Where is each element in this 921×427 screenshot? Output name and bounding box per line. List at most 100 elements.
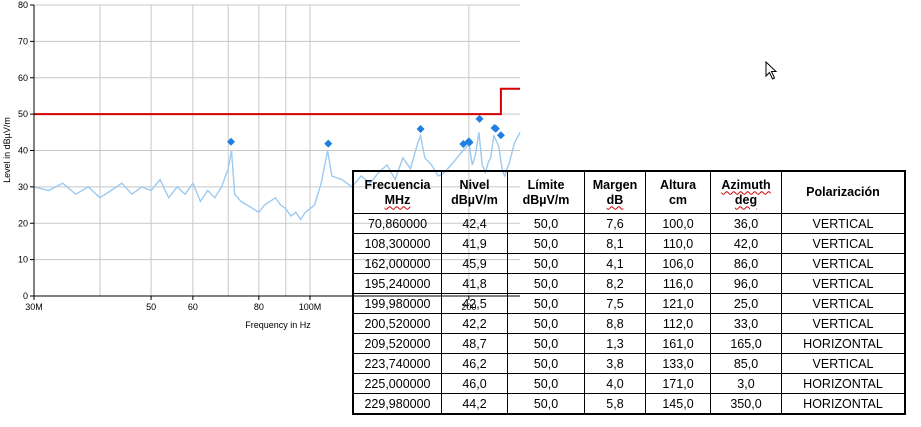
table-row: 199,980000 42,5 50,0 7,5 121,0 25,0 VERTICAL [352, 293, 906, 314]
table-row: 209,520000 48,7 50,0 1,3 161,0 165,0 HORIZONTA… [352, 333, 906, 354]
y-tick-label: 80 [18, 0, 28, 10]
x-tick-label: 30M [25, 302, 43, 312]
y-tick-label: 60 [18, 73, 28, 83]
table-row: 162,000000 45,9 50,0 4,1 106,0 86,0 VERTICAL [352, 253, 906, 274]
cell-frequency: 225,000000 [352, 373, 442, 394]
mouse-pointer-icon [765, 61, 778, 80]
x-tick-label: 100M [299, 302, 322, 312]
cell-level: 46,0 [441, 373, 508, 394]
cell-height: 161,0 [645, 333, 711, 354]
cell-polarization: HORIZONTAL [781, 373, 906, 394]
col-header-height: Altura cm [645, 170, 711, 214]
cell-limit: 50,0 [507, 273, 585, 294]
cell-limit: 50,0 [507, 393, 585, 415]
x-tick-label: 80 [254, 302, 264, 312]
y-tick-label: 40 [18, 146, 28, 156]
cell-azimuth: 86,0 [710, 253, 782, 274]
y-tick-label: 0 [23, 291, 28, 301]
cell-azimuth: 3,0 [710, 373, 782, 394]
cell-margin: 4,1 [584, 253, 646, 274]
cell-polarization: VERTICAL [781, 293, 906, 314]
col-header-level: Nivel dBµV/m [441, 170, 508, 214]
table-row: 229,980000 44,2 50,0 5,8 145,0 350,0 HORIZONTA… [352, 393, 906, 415]
cell-limit: 50,0 [507, 233, 585, 254]
cell-frequency: 229,980000 [352, 393, 442, 415]
y-tick-label: 70 [18, 36, 28, 46]
table-row: 225,000000 46,0 50,0 4,0 171,0 3,0 HORIZONTAL [352, 373, 906, 394]
table-row: 108,300000 41,9 50,0 8,1 110,0 42,0 VERTICAL [352, 233, 906, 254]
cell-limit: 50,0 [507, 373, 585, 394]
table-row: 223,740000 46,2 50,0 3,8 133,0 85,0 VERTICAL [352, 353, 906, 374]
cell-frequency: 108,300000 [352, 233, 442, 254]
y-axis-label: Level in dBµV/m [2, 117, 12, 183]
cell-limit: 50,0 [507, 213, 585, 234]
peak-marker [475, 114, 484, 123]
y-tick-label: 50 [18, 109, 28, 119]
cell-frequency: 162,000000 [352, 253, 442, 274]
limit-layer [34, 87, 520, 116]
table-row: 70,860000 42,4 50,0 7,6 100,0 36,0 VERTICAL [352, 213, 906, 234]
cell-level: 46,2 [441, 353, 508, 374]
peak-marker [496, 131, 505, 140]
cell-margin: 4,0 [584, 373, 646, 394]
y-tick-label: 10 [18, 255, 28, 265]
cell-height: 121,0 [645, 293, 711, 314]
limit-line [34, 87, 520, 116]
cell-polarization: VERTICAL [781, 273, 906, 294]
y-tick-label: 30 [18, 182, 28, 192]
cell-level: 42,2 [441, 313, 508, 334]
col-header-limit: Límite dBµV/m [507, 170, 585, 214]
cell-height: 112,0 [645, 313, 711, 334]
col-header-frequency: Frecuencia MHz [352, 170, 442, 214]
cell-azimuth: 96,0 [710, 273, 782, 294]
x-axis-label: Frequency in Hz [245, 320, 311, 330]
cell-height: 171,0 [645, 373, 711, 394]
cell-level: 42,4 [441, 213, 508, 234]
cell-azimuth: 36,0 [710, 213, 782, 234]
cell-limit: 50,0 [507, 253, 585, 274]
cell-azimuth: 25,0 [710, 293, 782, 314]
cell-frequency: 209,520000 [352, 333, 442, 354]
cell-azimuth: 33,0 [710, 313, 782, 334]
cell-margin: 5,8 [584, 393, 646, 415]
col-header-margin: Margen dB [584, 170, 646, 214]
cell-polarization: VERTICAL [781, 213, 906, 234]
cell-height: 110,0 [645, 233, 711, 254]
marker-layer [227, 114, 505, 148]
y-tick-label: 20 [18, 218, 28, 228]
cell-level: 41,8 [441, 273, 508, 294]
peak-marker [416, 125, 425, 134]
cell-polarization: VERTICAL [781, 233, 906, 254]
cell-limit: 50,0 [507, 353, 585, 374]
cell-polarization: VERTICAL [781, 253, 906, 274]
table-header-row: Frecuencia MHz Nivel dBµV/m Límite dBµV/m M… [352, 170, 906, 214]
cell-height: 116,0 [645, 273, 711, 294]
cell-height: 133,0 [645, 353, 711, 374]
measurement-table: Frecuencia MHz Nivel dBµV/m Límite dBµV/m M… [352, 170, 906, 415]
cell-azimuth: 350,0 [710, 393, 782, 415]
cell-height: 145,0 [645, 393, 711, 415]
cell-height: 100,0 [645, 213, 711, 234]
table-row: 200,520000 42,2 50,0 8,8 112,0 33,0 VERTICAL [352, 313, 906, 334]
cell-margin: 3,8 [584, 353, 646, 374]
cell-limit: 50,0 [507, 293, 585, 314]
cell-azimuth: 85,0 [710, 353, 782, 374]
x-tick-label: 60 [188, 302, 198, 312]
col-header-polarization: Polarización [781, 170, 906, 214]
table-row: 195,240000 41,8 50,0 8,2 116,0 96,0 VERTICAL [352, 273, 906, 294]
cell-margin: 7,6 [584, 213, 646, 234]
cell-level: 45,9 [441, 253, 508, 274]
cell-polarization: VERTICAL [781, 353, 906, 374]
cell-level: 42,5 [441, 293, 508, 314]
cell-frequency: 70,860000 [352, 213, 442, 234]
cell-polarization: VERTICAL [781, 313, 906, 334]
cell-height: 106,0 [645, 253, 711, 274]
col-header-azimuth: Azimuth deg [710, 170, 782, 214]
cell-frequency: 200,520000 [352, 313, 442, 334]
cell-azimuth: 42,0 [710, 233, 782, 254]
cell-margin: 8,2 [584, 273, 646, 294]
cell-frequency: 199,980000 [352, 293, 442, 314]
cell-polarization: HORIZONTAL [781, 333, 906, 354]
table-body: 70,860000 42,4 50,0 7,6 100,0 36,0 VERTICAL 108… [352, 213, 906, 415]
cell-level: 48,7 [441, 333, 508, 354]
